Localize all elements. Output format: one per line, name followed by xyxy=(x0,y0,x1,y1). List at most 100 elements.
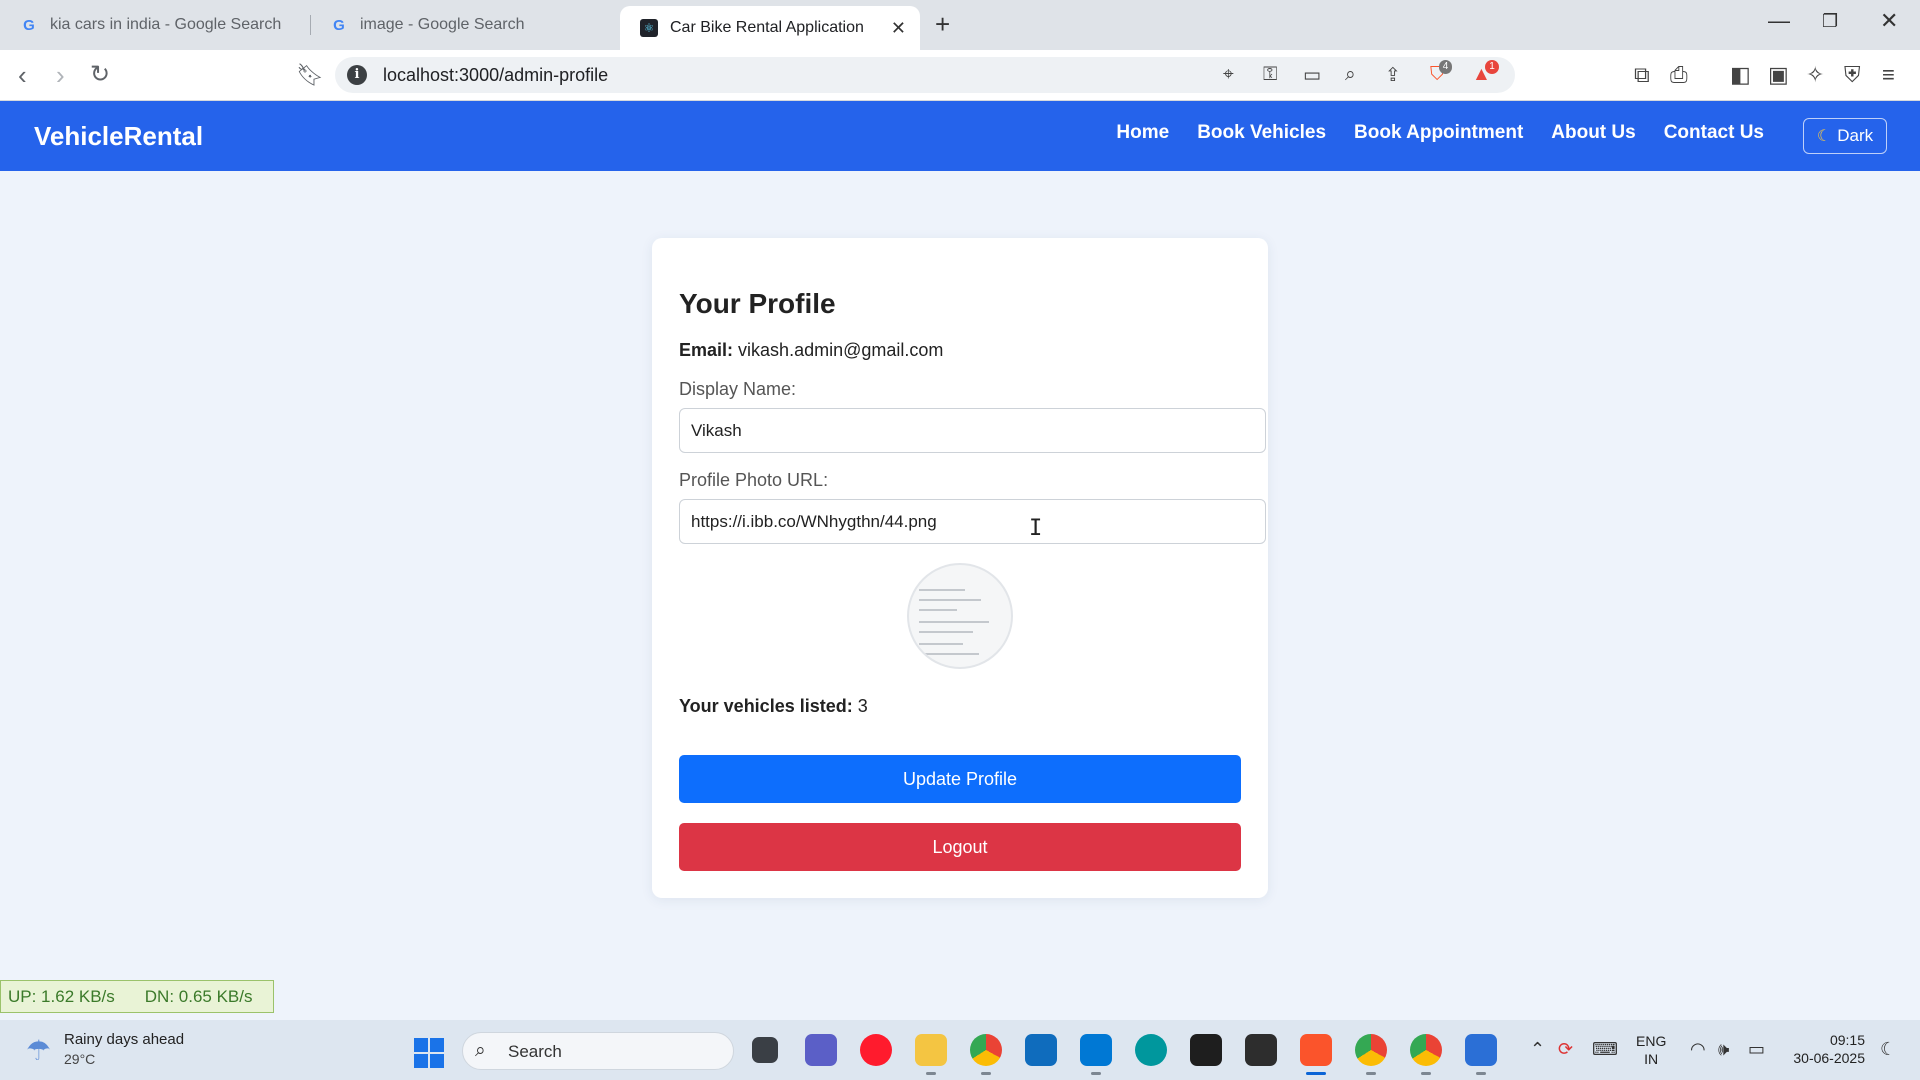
tab-kia-cars[interactable]: G kia cars in india - Google Search xyxy=(0,6,310,44)
sync-icon[interactable]: ⟳ xyxy=(1558,1039,1573,1060)
windows-logo-pane xyxy=(414,1038,428,1052)
clock-date: 30-06-2025 xyxy=(1793,1050,1865,1066)
language-code: ENG xyxy=(1636,1033,1667,1049)
avatar-preview-detail xyxy=(919,609,957,611)
cast-icon[interactable]: ▭ xyxy=(1303,64,1321,87)
tab-title: image - Google Search xyxy=(360,16,525,33)
task-view-icon[interactable] xyxy=(752,1037,778,1063)
start-button[interactable] xyxy=(414,1038,444,1068)
back-button[interactable]: ‹ xyxy=(18,60,27,90)
wallet-icon[interactable]: ▣ xyxy=(1768,62,1789,88)
sidebar-icon[interactable]: ◧ xyxy=(1730,62,1751,88)
new-tab-button[interactable]: + xyxy=(935,9,950,40)
chevron-up-icon[interactable]: ⌃ xyxy=(1530,1039,1545,1060)
google-g-icon: G xyxy=(23,16,35,34)
email-row: Email: vikash.admin@gmail.com xyxy=(679,340,943,361)
dark-mode-toggle[interactable]: ☾ Dark xyxy=(1803,118,1887,154)
forward-button[interactable]: › xyxy=(56,60,65,90)
rain-cloud-icon[interactable]: ☂ xyxy=(26,1034,51,1067)
close-tab-icon[interactable]: ✕ xyxy=(891,18,906,39)
minimize-button[interactable]: — xyxy=(1768,8,1790,34)
tab-car-bike-rental[interactable]: ⚛ Car Bike Rental Application ✕ xyxy=(620,6,920,50)
extensions-icon[interactable]: ⧉ xyxy=(1634,62,1650,88)
app-icon[interactable] xyxy=(1245,1034,1277,1066)
shields-badge: 4 xyxy=(1438,60,1453,74)
tab-title: kia cars in india - Google Search xyxy=(50,16,282,33)
taskbar-search[interactable]: ⌕ Search xyxy=(462,1032,734,1070)
vpn-icon[interactable]: ⛨ xyxy=(1844,62,1861,88)
brand-logo[interactable]: VehicleRental xyxy=(34,121,203,152)
chrome-profile-icon[interactable] xyxy=(1410,1034,1442,1066)
download-speed: DN: 0.65 KB/s xyxy=(144,986,253,1006)
url-text[interactable]: localhost:3000/admin-profile xyxy=(383,65,608,86)
weather-title[interactable]: Rainy days ahead xyxy=(64,1031,184,1048)
weather-temp[interactable]: 29°C xyxy=(64,1051,95,1067)
screen-recorder-icon[interactable] xyxy=(1465,1034,1497,1066)
ms-store-icon[interactable] xyxy=(1025,1034,1057,1066)
brave-rewards-icon[interactable]: ▲ 1 xyxy=(1472,60,1499,86)
avatar-preview xyxy=(907,563,1013,669)
volume-icon[interactable]: 🕪︎ xyxy=(1718,1039,1729,1060)
battery-icon[interactable]: ▭ xyxy=(1748,1039,1765,1060)
app-navbar: VehicleRental Home Book Vehicles Book Ap… xyxy=(0,101,1920,171)
google-g-icon: G xyxy=(333,16,345,34)
opera-icon[interactable] xyxy=(860,1034,892,1066)
react-icon: ⚛ xyxy=(640,19,658,37)
search-icon: ⌕ xyxy=(475,1040,486,1061)
chrome-icon[interactable] xyxy=(970,1034,1002,1066)
tab-title: Car Bike Rental Application xyxy=(670,19,864,36)
wifi-icon[interactable]: ◠ xyxy=(1690,1039,1706,1060)
zoom-icon[interactable]: ⌕ xyxy=(1345,64,1356,86)
system-clock[interactable]: 09:15 30-06-2025 xyxy=(1785,1031,1865,1067)
share-icon[interactable]: ⇪ xyxy=(1385,64,1401,87)
avatar-preview-detail xyxy=(919,621,989,623)
email-label: Email: xyxy=(679,340,734,360)
windows-logo-pane xyxy=(430,1038,444,1052)
address-bar[interactable]: i localhost:3000/admin-profile ⌖ ⚿ ▭ ⌕ ⇪… xyxy=(335,57,1515,93)
main-nav: Home Book Vehicles Book Appointment Abou… xyxy=(1116,122,1764,144)
nav-about-us[interactable]: About Us xyxy=(1551,122,1635,144)
network-meter: UP: 1.62 KB/s DN: 0.65 KB/s xyxy=(0,980,274,1013)
upload-speed: UP: 1.62 KB/s xyxy=(8,986,115,1006)
menu-icon[interactable]: ≡ xyxy=(1882,62,1895,88)
taskbar-search-label: Search xyxy=(508,1042,562,1061)
location-icon[interactable]: ⌖ xyxy=(1223,64,1234,86)
notifications-icon[interactable]: ☾ xyxy=(1880,1039,1896,1060)
arduino-icon[interactable] xyxy=(1135,1034,1167,1066)
nav-home[interactable]: Home xyxy=(1116,122,1169,144)
vehicles-count-row: Your vehicles listed: 3 xyxy=(679,696,868,717)
nav-book-appointment[interactable]: Book Appointment xyxy=(1354,122,1523,144)
keyboard-icon[interactable]: ⌨ xyxy=(1592,1039,1618,1060)
figma-icon[interactable] xyxy=(1190,1034,1222,1066)
reload-button[interactable]: ↻ xyxy=(90,60,110,90)
nav-contact-us[interactable]: Contact Us xyxy=(1664,122,1764,144)
windows-logo-pane xyxy=(430,1054,444,1068)
avatar-preview-detail xyxy=(919,589,965,591)
brave-shields-icon[interactable]: ⛉ 4 xyxy=(1430,60,1453,86)
avatar-preview-detail xyxy=(919,599,981,601)
tab-image-search[interactable]: G image - Google Search xyxy=(310,6,620,44)
display-name-input[interactable] xyxy=(679,408,1266,453)
update-profile-button[interactable]: Update Profile xyxy=(679,755,1241,803)
bookmark-icon[interactable]: 🔖︎ xyxy=(296,60,324,90)
rewards-badge: 1 xyxy=(1485,60,1499,74)
tab-search-icon[interactable]: ⎙ xyxy=(1670,62,1688,88)
brave-icon[interactable] xyxy=(1300,1034,1332,1066)
leo-ai-icon[interactable]: ✧ xyxy=(1806,62,1824,88)
file-explorer-icon[interactable] xyxy=(915,1034,947,1066)
key-icon[interactable]: ⚿ xyxy=(1263,64,1277,86)
avatar-preview-detail xyxy=(919,643,963,645)
running-indicator xyxy=(1476,1072,1486,1075)
close-window-button[interactable]: ✕ xyxy=(1880,8,1898,34)
nav-book-vehicles[interactable]: Book Vehicles xyxy=(1197,122,1326,144)
teams-icon[interactable] xyxy=(805,1034,837,1066)
chrome-profile-icon[interactable] xyxy=(1355,1034,1387,1066)
site-info-icon[interactable]: i xyxy=(347,65,367,85)
restore-button[interactable]: ❐ xyxy=(1822,11,1838,32)
photo-url-input[interactable] xyxy=(679,499,1266,544)
input-language[interactable]: ENG IN xyxy=(1636,1032,1666,1068)
vscode-icon[interactable] xyxy=(1080,1034,1112,1066)
logout-button[interactable]: Logout xyxy=(679,823,1241,871)
photo-url-label: Profile Photo URL: xyxy=(679,470,829,490)
text-cursor-icon: I xyxy=(1029,516,1043,541)
